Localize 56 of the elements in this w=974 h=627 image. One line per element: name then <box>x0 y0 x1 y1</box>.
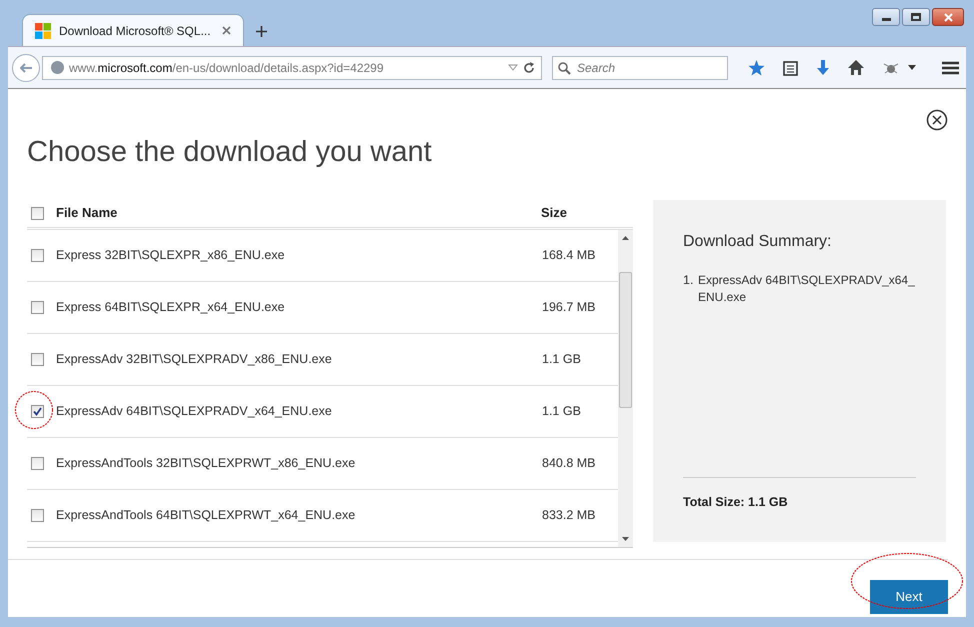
maximize-button[interactable] <box>902 8 930 26</box>
file-size: 1.1 GB <box>542 402 582 420</box>
file-size: 840.8 MB <box>542 454 597 472</box>
new-tab-icon[interactable] <box>256 26 267 37</box>
scrollbar[interactable] <box>618 230 633 546</box>
checkbox[interactable] <box>31 508 44 522</box>
total-size: Total Size: 1.1 GB <box>683 494 788 508</box>
file-name: Express 64BIT\SQLEXPR_x64_ENU.exe <box>56 298 286 316</box>
globe-icon <box>51 61 64 74</box>
summary-item: ExpressAdv 64BIT\SQLEXPRADV_x64_ENU.exe <box>698 272 916 306</box>
windows-logo-icon <box>35 22 51 38</box>
close-icon[interactable] <box>926 109 948 131</box>
next-button[interactable]: Next <box>870 580 948 614</box>
checkmark-icon <box>33 406 42 416</box>
back-arrow-icon <box>20 62 32 72</box>
checkbox[interactable] <box>31 248 44 262</box>
menu-icon[interactable] <box>942 60 959 74</box>
clipboard-icon[interactable] <box>783 60 798 76</box>
browser-tab[interactable]: Download Microsoft® SQL... <box>22 14 244 46</box>
url-text: www.microsoft.com/en-us/download/details.aspx?id=42299 <box>69 60 385 76</box>
bug-icon[interactable] <box>882 60 900 74</box>
file-size: 1.1 GB <box>542 350 582 368</box>
minimize-button[interactable] <box>872 8 900 26</box>
file-name: ExpressAdv 64BIT\SQLEXPRADV_x64_ENU.exe <box>56 402 333 420</box>
scroll-up-icon[interactable] <box>622 236 629 240</box>
file-name: ExpressAndTools 64BIT\SQLEXPRWT_x64_ENU.exe <box>56 506 356 524</box>
scroll-down-icon[interactable] <box>622 536 629 540</box>
home-icon[interactable] <box>848 60 864 75</box>
page-heading: Choose the download you want <box>27 135 432 170</box>
close-button[interactable] <box>932 8 964 26</box>
column-header: File Name <box>56 204 118 222</box>
annotation-circle <box>14 390 54 430</box>
caret-icon[interactable] <box>908 65 916 70</box>
close-icon <box>944 12 952 22</box>
column-header: Size <box>541 204 568 222</box>
list-number: 1. <box>683 272 694 288</box>
checkbox[interactable] <box>31 206 44 220</box>
checkbox[interactable] <box>31 456 44 470</box>
file-size: 196.7 MB <box>542 298 597 316</box>
star-icon[interactable] <box>748 60 765 76</box>
dropdown-icon[interactable] <box>508 64 518 71</box>
checkbox[interactable] <box>31 352 44 366</box>
file-name: ExpressAndTools 32BIT\SQLEXPRWT_x86_ENU.exe <box>56 454 356 472</box>
summary-title: Download Summary: <box>683 232 832 252</box>
download-icon[interactable] <box>816 60 830 76</box>
tab-title: Download Microsoft® SQL... <box>59 22 212 40</box>
file-name: ExpressAdv 32BIT\SQLEXPRADV_x86_ENU.exe <box>56 350 333 368</box>
back-button[interactable] <box>12 54 40 82</box>
reload-icon[interactable] <box>523 62 535 74</box>
checkbox[interactable] <box>31 300 44 314</box>
checkbox[interactable] <box>31 404 44 418</box>
address-bar[interactable]: www.microsoft.com/en-us/download/details.aspx?id=42299 <box>42 56 542 80</box>
file-name: Express 32BIT\SQLEXPR_x86_ENU.exe <box>56 246 286 264</box>
file-size: 168.4 MB <box>542 246 597 264</box>
file-size: 833.2 MB <box>542 506 597 524</box>
search-field[interactable]: Search <box>552 56 728 80</box>
